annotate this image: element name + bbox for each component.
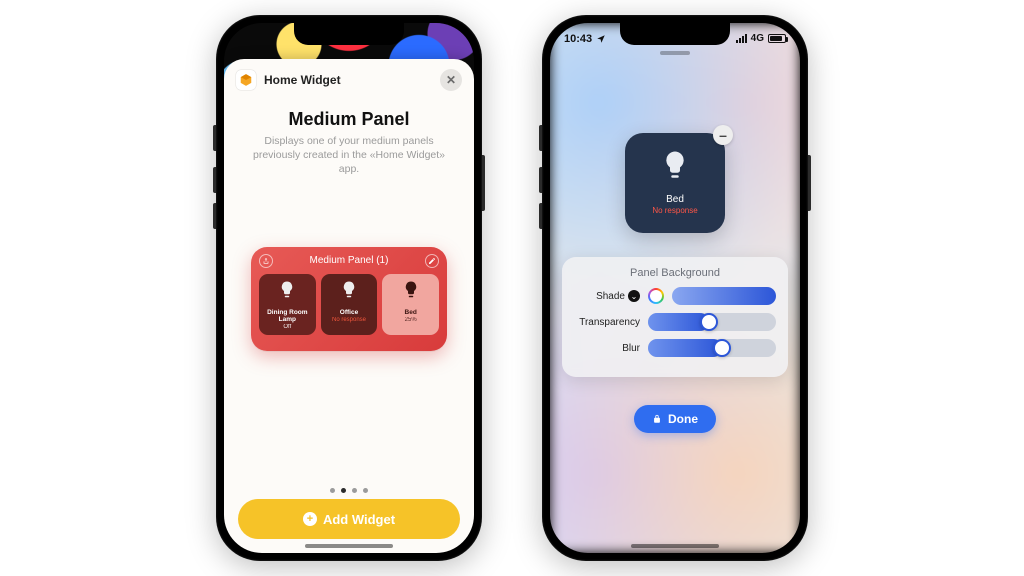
accessory-card[interactable]: – Bed No response	[625, 133, 725, 233]
shade-row: Shade ⌄	[574, 287, 776, 305]
remove-button[interactable]: –	[713, 125, 733, 145]
done-button[interactable]: Done	[634, 405, 716, 433]
blur-slider[interactable]	[648, 339, 776, 357]
panel-title: Panel Background	[574, 267, 776, 279]
panel-background-settings: Panel Background Shade ⌄ Transparency Bl…	[562, 257, 788, 377]
transparency-row: Transparency	[574, 313, 776, 331]
signal-icon	[736, 34, 747, 43]
bulb-icon	[340, 280, 358, 303]
network-label: 4G	[751, 33, 764, 44]
chevron-down-icon[interactable]: ⌄	[628, 290, 640, 302]
notch	[620, 23, 730, 45]
phone-left: Home Widget ✕ Medium Panel Displays one …	[216, 15, 482, 561]
home-indicator[interactable]	[305, 544, 393, 548]
sheet-grabber[interactable]	[660, 51, 690, 55]
shade-label: Shade	[596, 291, 625, 302]
slider-thumb[interactable]	[713, 339, 731, 357]
bulb-icon	[625, 149, 725, 184]
accessory-tile[interactable]: Office No response	[321, 274, 378, 335]
transparency-label: Transparency	[579, 317, 640, 328]
tile-name: Office	[327, 309, 372, 316]
accessory-tile[interactable]: Dining Room Lamp Off	[259, 274, 316, 335]
blur-row: Blur	[574, 339, 776, 357]
slider-thumb[interactable]	[700, 313, 718, 331]
app-icon	[236, 70, 256, 90]
tile-name: Dining Room Lamp	[265, 309, 310, 323]
tile-status: No response	[327, 317, 372, 323]
color-picker-ring[interactable]	[648, 288, 664, 304]
phone-right: 10:43 4G – Bed No response Panel Backgro…	[542, 15, 808, 561]
bulb-icon	[402, 280, 420, 303]
accessory-status: No response	[625, 206, 725, 215]
lock-icon	[652, 414, 662, 424]
sheet-description: Displays one of your medium panels previ…	[242, 134, 456, 177]
tile-name: Bed	[388, 309, 433, 316]
sheet-heading: Medium Panel	[242, 109, 456, 130]
location-icon	[596, 34, 606, 44]
widget-preview-card[interactable]: Medium Panel (1) Dining Room Lamp Off Of…	[251, 247, 447, 351]
plus-icon: +	[303, 512, 317, 526]
transparency-slider[interactable]	[648, 313, 776, 331]
bulb-icon	[278, 280, 296, 303]
accessory-name: Bed	[625, 194, 725, 205]
app-name: Home Widget	[264, 73, 341, 87]
add-widget-button[interactable]: + Add Widget	[238, 499, 460, 539]
widget-gallery-sheet: Home Widget ✕ Medium Panel Displays one …	[224, 59, 474, 553]
share-icon[interactable]	[259, 254, 273, 268]
battery-icon	[768, 34, 786, 43]
page-indicator	[224, 488, 474, 493]
done-label: Done	[668, 412, 698, 426]
widget-title: Medium Panel (1)	[273, 255, 425, 266]
tile-status: 25%	[388, 317, 433, 323]
blur-label: Blur	[622, 343, 640, 354]
notch	[294, 23, 404, 45]
close-button[interactable]: ✕	[440, 69, 462, 91]
edit-icon[interactable]	[425, 254, 439, 268]
accessory-tile[interactable]: Bed 25%	[382, 274, 439, 335]
tile-status: Off	[265, 324, 310, 330]
add-widget-label: Add Widget	[323, 512, 395, 527]
status-time: 10:43	[564, 33, 592, 45]
home-indicator[interactable]	[631, 544, 719, 548]
shade-slider[interactable]	[672, 287, 776, 305]
